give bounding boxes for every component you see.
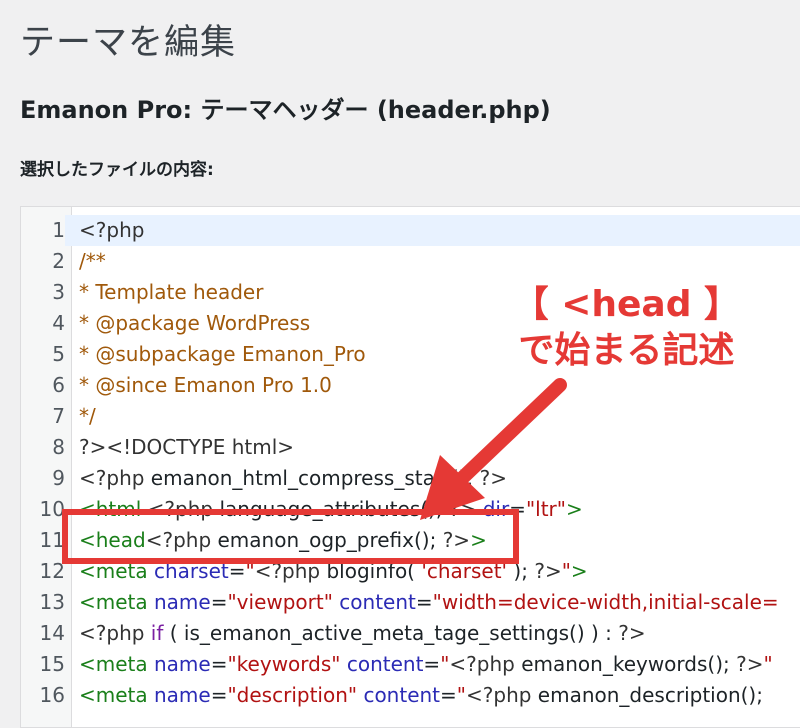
code-token: = (210, 652, 228, 676)
code-text[interactable]: /** (79, 246, 106, 277)
code-token: content (363, 683, 441, 707)
code-line-2[interactable]: 2 /** (21, 246, 800, 277)
line-number: 1 (21, 215, 65, 246)
code-token: ?> (618, 621, 646, 645)
code-text[interactable]: * @since Emanon Pro 1.0 (79, 370, 332, 401)
file-content-label: 選択したファイルの内容: (20, 160, 214, 180)
code-token: <meta (79, 590, 154, 614)
code-token: /** (79, 249, 106, 273)
code-text[interactable]: * @package WordPress (79, 308, 310, 339)
code-token: <?php (449, 652, 522, 676)
line-number: 9 (21, 463, 65, 494)
code-token: "description" (227, 683, 358, 707)
code-token: "viewport" (227, 590, 333, 614)
code-token: > (565, 497, 583, 521)
code-text[interactable]: ?><!DOCTYPE html> (79, 432, 294, 463)
code-text[interactable]: <meta name="keywords" content="<?php ema… (79, 649, 773, 680)
line-number: 10 (21, 494, 65, 525)
code-token: emanon_html_compress_start(); (150, 466, 480, 490)
code-token: " (561, 559, 571, 583)
code-token: = (440, 683, 457, 707)
code-line-9[interactable]: 9 <?php emanon_html_compress_start(); ?> (21, 463, 800, 494)
code-token: = (415, 590, 433, 614)
code-token: * @package WordPress (79, 311, 311, 335)
line-number: 6 (21, 370, 65, 401)
callout-line-1: 【 <head 】 (512, 284, 740, 325)
line-number: 15 (21, 649, 65, 680)
page-title: テーマを編集 (20, 23, 237, 63)
code-text[interactable]: */ (79, 401, 96, 432)
code-token: <?php (79, 466, 151, 490)
code-token: " (440, 652, 450, 676)
code-token: ?><!DOCTYPE html> (79, 435, 295, 459)
line-number: 13 (21, 587, 65, 618)
code-token: name (154, 652, 211, 676)
code-token: " (456, 683, 466, 707)
code-line-14[interactable]: 14 <?php if ( is_emanon_active_meta_tage_… (21, 618, 800, 649)
code-token: <meta (79, 683, 154, 707)
code-token: <meta (79, 652, 154, 676)
code-token: <?php (466, 683, 538, 707)
highlight-box (62, 509, 519, 564)
code-line-15[interactable]: 15 <meta name="keywords" content="<?php e… (21, 649, 800, 680)
code-token: <?php (79, 218, 145, 242)
code-token: name (154, 590, 211, 614)
code-token: content (339, 590, 416, 614)
code-token: ( is_emanon_active_meta_tage_settings() … (163, 621, 619, 645)
code-token: ?> (479, 466, 507, 490)
code-text[interactable]: <?php if ( is_emanon_active_meta_tage_se… (79, 618, 646, 649)
line-number: 3 (21, 277, 65, 308)
code-token: "ltr" (525, 497, 566, 521)
code-text[interactable]: <meta name="description" content="<?php … (79, 680, 769, 711)
code-token: name (154, 683, 211, 707)
callout-line-2: で始まる記述 (518, 330, 735, 371)
code-token: if (150, 621, 164, 645)
code-token: <?php (79, 621, 151, 645)
code-line-7[interactable]: 7 */ (21, 401, 800, 432)
line-number: 11 (21, 525, 65, 556)
line-number: 4 (21, 308, 65, 339)
line-number: 7 (21, 401, 65, 432)
code-token: emanon_keywords(); (521, 652, 737, 676)
code-token: = (423, 652, 441, 676)
code-token: ?> (736, 652, 764, 676)
annotation-callout: 【 <head 】 で始まる記述 (513, 282, 740, 374)
code-line-1[interactable]: 1 <?php (21, 215, 800, 246)
code-token: * Template header (79, 280, 264, 304)
code-line-8[interactable]: 8 ?><!DOCTYPE html> (21, 432, 800, 463)
code-token: emanon_description(); (537, 683, 770, 707)
code-line-13[interactable]: 13 <meta name="viewport" content="width=d… (21, 587, 800, 618)
code-token: ?> (534, 559, 562, 583)
code-token: > (570, 559, 588, 583)
code-line-16[interactable]: 16 <meta name="description" content="<?ph… (21, 680, 800, 711)
code-token: "width=device-width,initial-scale= (432, 590, 779, 614)
code-line-6[interactable]: 6 * @since Emanon Pro 1.0 (21, 370, 800, 401)
code-text[interactable]: * Template header (79, 277, 263, 308)
line-number: 8 (21, 432, 65, 463)
code-token: "keywords" (227, 652, 341, 676)
file-title: Emanon Pro: テーマヘッダー (header.php) (20, 96, 551, 124)
code-token: " (763, 652, 773, 676)
code-text[interactable]: <meta name="viewport" content="width=dev… (79, 587, 779, 618)
code-token: = (210, 590, 228, 614)
code-text[interactable]: <?php emanon_html_compress_start(); ?> (79, 463, 507, 494)
line-number: 5 (21, 339, 65, 370)
code-text[interactable]: <?php (79, 215, 144, 246)
code-text[interactable]: * @subpackage Emanon_Pro (79, 339, 366, 370)
code-token: */ (79, 404, 96, 428)
line-number: 16 (21, 680, 65, 711)
code-token: * @subpackage Emanon_Pro (79, 342, 366, 366)
code-token: content (346, 652, 424, 676)
line-number: 2 (21, 246, 65, 277)
code-token: = (210, 683, 228, 707)
line-number: 14 (21, 618, 65, 649)
line-number: 12 (21, 556, 65, 587)
code-token: * @since Emanon Pro 1.0 (79, 373, 332, 397)
